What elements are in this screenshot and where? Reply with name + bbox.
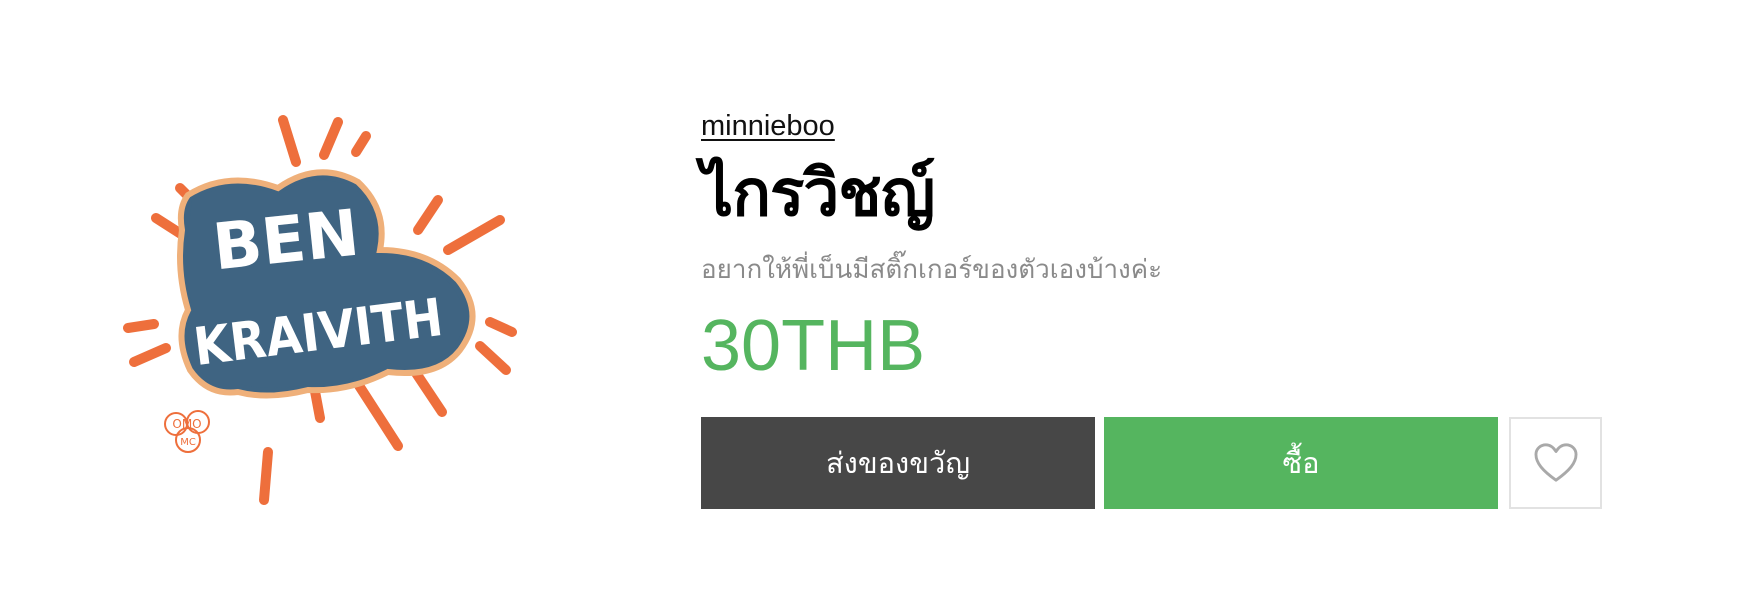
send-gift-label: ส่งของขวัญ xyxy=(825,446,971,480)
buy-button[interactable]: ซื้อ xyxy=(1104,417,1498,509)
favorite-button[interactable] xyxy=(1509,417,1602,509)
send-gift-button[interactable]: ส่งของขวัญ xyxy=(701,417,1095,509)
logo-text-line1: BEN xyxy=(210,197,363,286)
stamp-text-top: OMO xyxy=(172,417,201,431)
sticker-thumbnail: BEN KRAIVITH OMO MC xyxy=(118,100,578,530)
product-price: 30THB xyxy=(701,306,926,386)
sticker-product-header: BEN KRAIVITH OMO MC minnieboo ไกรวิชญ์ อ… xyxy=(0,0,1753,616)
ben-kraivith-logo-image: BEN KRAIVITH OMO MC xyxy=(123,115,517,505)
product-info: minnieboo ไกรวิชญ์ อยากให้พี่เบ็นมีสติ๊ก… xyxy=(701,108,1611,386)
product-description: อยากให้พี่เบ็นมีสติ๊กเกอร์ของตัวเองบ้างค… xyxy=(701,255,1163,285)
artist-stamp: OMO MC xyxy=(164,410,210,453)
product-title: ไกรวิชญ์ xyxy=(701,157,935,231)
heart-outline-icon xyxy=(1534,443,1577,482)
stamp-text-bottom: MC xyxy=(180,437,196,448)
action-buttons: ส่งของขวัญ ซื้อ xyxy=(701,417,1603,509)
buy-label: ซื้อ xyxy=(1282,446,1320,480)
author-link[interactable]: minnieboo xyxy=(701,108,835,144)
